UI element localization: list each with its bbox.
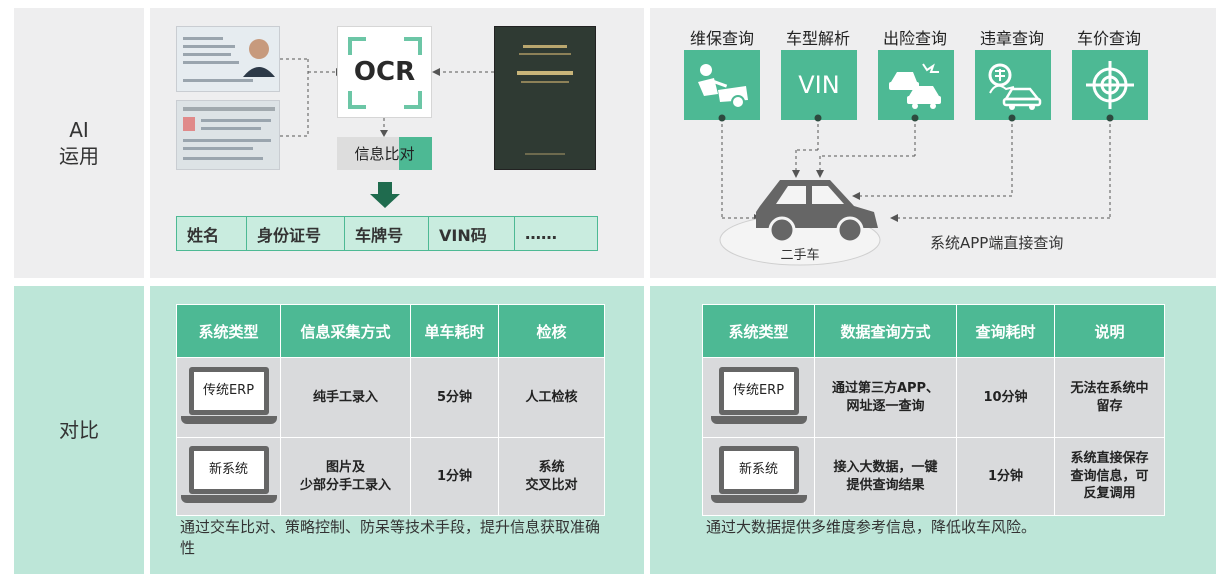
- check-cell: 系统 交叉比对: [498, 437, 605, 516]
- table-row: 新系统 图片及 少部分手工录入 1分钟 系统 交叉比对: [176, 437, 605, 516]
- system-cell: 新系统: [176, 437, 281, 516]
- table-row: 新系统 接入大数据，一键 提供查询结果 1分钟 系统直接保存 查询信息，可 反复…: [702, 437, 1165, 516]
- ocr-box: OCR: [337, 26, 432, 118]
- field-plate-number: 车牌号: [345, 217, 429, 250]
- field-vin: VIN码: [429, 217, 515, 250]
- laptop-icon: 新系统: [180, 445, 277, 508]
- left-header-time-per-car: 单车耗时: [410, 304, 499, 358]
- ocr-label: OCR: [353, 57, 416, 87]
- laptop-icon: 传统ERP: [180, 366, 277, 429]
- left-footnote: 通过交车比对、策略控制、防呆等技术手段，提升信息获取准确性: [180, 518, 601, 557]
- method-cell: 通过第三方APP、 网址逐一查询: [814, 357, 957, 438]
- left-header-check: 检核: [498, 304, 605, 358]
- laptop-icon: 传统ERP: [710, 366, 807, 429]
- right-footnote: 通过大数据提供多维度参考信息，降低收车风险。: [706, 518, 1037, 536]
- violation-icon: [988, 63, 1042, 110]
- car-caption: 二手车: [780, 248, 820, 263]
- time-cell: 5分钟: [410, 357, 499, 438]
- info-compare-box: 信息比对: [337, 137, 432, 170]
- service-label-maintenance: 维保查询: [689, 29, 754, 48]
- row-label-compare: 对比: [14, 286, 144, 574]
- laptop-screen-label: 新系统: [188, 445, 269, 494]
- field-id-number: 身份证号: [247, 217, 345, 250]
- left-compare-table: 系统类型 信息采集方式 单车耗时 检核 传统ERP 纯手工录入 5分钟 人工检核…: [176, 304, 605, 516]
- laptop-screen-label: 传统ERP: [188, 366, 269, 415]
- time-cell: 1分钟: [956, 437, 1055, 516]
- note-cell: 系统直接保存 查询信息，可 反复调用: [1054, 437, 1165, 516]
- method-cell: 纯手工录入: [280, 357, 411, 438]
- left-header-system-type: 系统类型: [176, 304, 281, 358]
- extracted-fields-row: 姓名 身份证号 车牌号 VIN码 ……: [176, 216, 598, 251]
- field-name: 姓名: [177, 217, 247, 250]
- time-cell: 1分钟: [410, 437, 499, 516]
- system-cell: 传统ERP: [176, 357, 281, 438]
- accident-icon: [889, 63, 941, 109]
- table-row: 传统ERP 通过第三方APP、 网址逐一查询 10分钟 无法在系统中 留存: [702, 357, 1165, 438]
- right-header-system-type: 系统类型: [702, 304, 815, 358]
- laptop-screen-label: 新系统: [718, 445, 799, 494]
- service-label-violation: 违章查询: [979, 29, 1044, 48]
- left-header-collection-method: 信息采集方式: [280, 304, 411, 358]
- service-label-price: 车价查询: [1076, 29, 1141, 48]
- note-cell: 无法在系统中 留存: [1054, 357, 1165, 438]
- system-cell: 新系统: [702, 437, 815, 516]
- check-cell: 人工检核: [498, 357, 605, 438]
- right-compare-table: 系统类型 数据查询方式 查询耗时 说明 传统ERP 通过第三方APP、 网址逐一…: [702, 304, 1165, 516]
- right-header-note: 说明: [1054, 304, 1165, 358]
- laptop-icon: 新系统: [710, 445, 807, 508]
- service-connectors: [718, 114, 1114, 266]
- service-label-model: 车型解析: [785, 29, 850, 48]
- field-more: ……: [525, 224, 557, 243]
- laptop-screen-label: 传统ERP: [718, 366, 799, 415]
- method-cell: 图片及 少部分手工录入: [280, 437, 411, 516]
- system-cell: 传统ERP: [702, 357, 815, 438]
- left-table-header-row: 系统类型 信息采集方式 单车耗时 检核: [176, 304, 605, 358]
- right-table-header-row: 系统类型 数据查询方式 查询耗时 说明: [702, 304, 1165, 358]
- time-cell: 10分钟: [956, 357, 1055, 438]
- right-header-query-method: 数据查询方式: [814, 304, 957, 358]
- service-label-accident: 出险查询: [882, 29, 947, 48]
- info-compare-label: 信息比对: [354, 145, 415, 163]
- table-row: 传统ERP 纯手工录入 5分钟 人工检核: [176, 357, 605, 438]
- target-icon: [1086, 61, 1134, 109]
- right-header-query-time: 查询耗时: [956, 304, 1055, 358]
- repair-icon: [698, 64, 748, 109]
- direct-query-note: 系统APP端直接查询: [930, 234, 1064, 252]
- vin-icon: VIN: [798, 71, 840, 99]
- method-cell: 接入大数据，一键 提供查询结果: [814, 437, 957, 516]
